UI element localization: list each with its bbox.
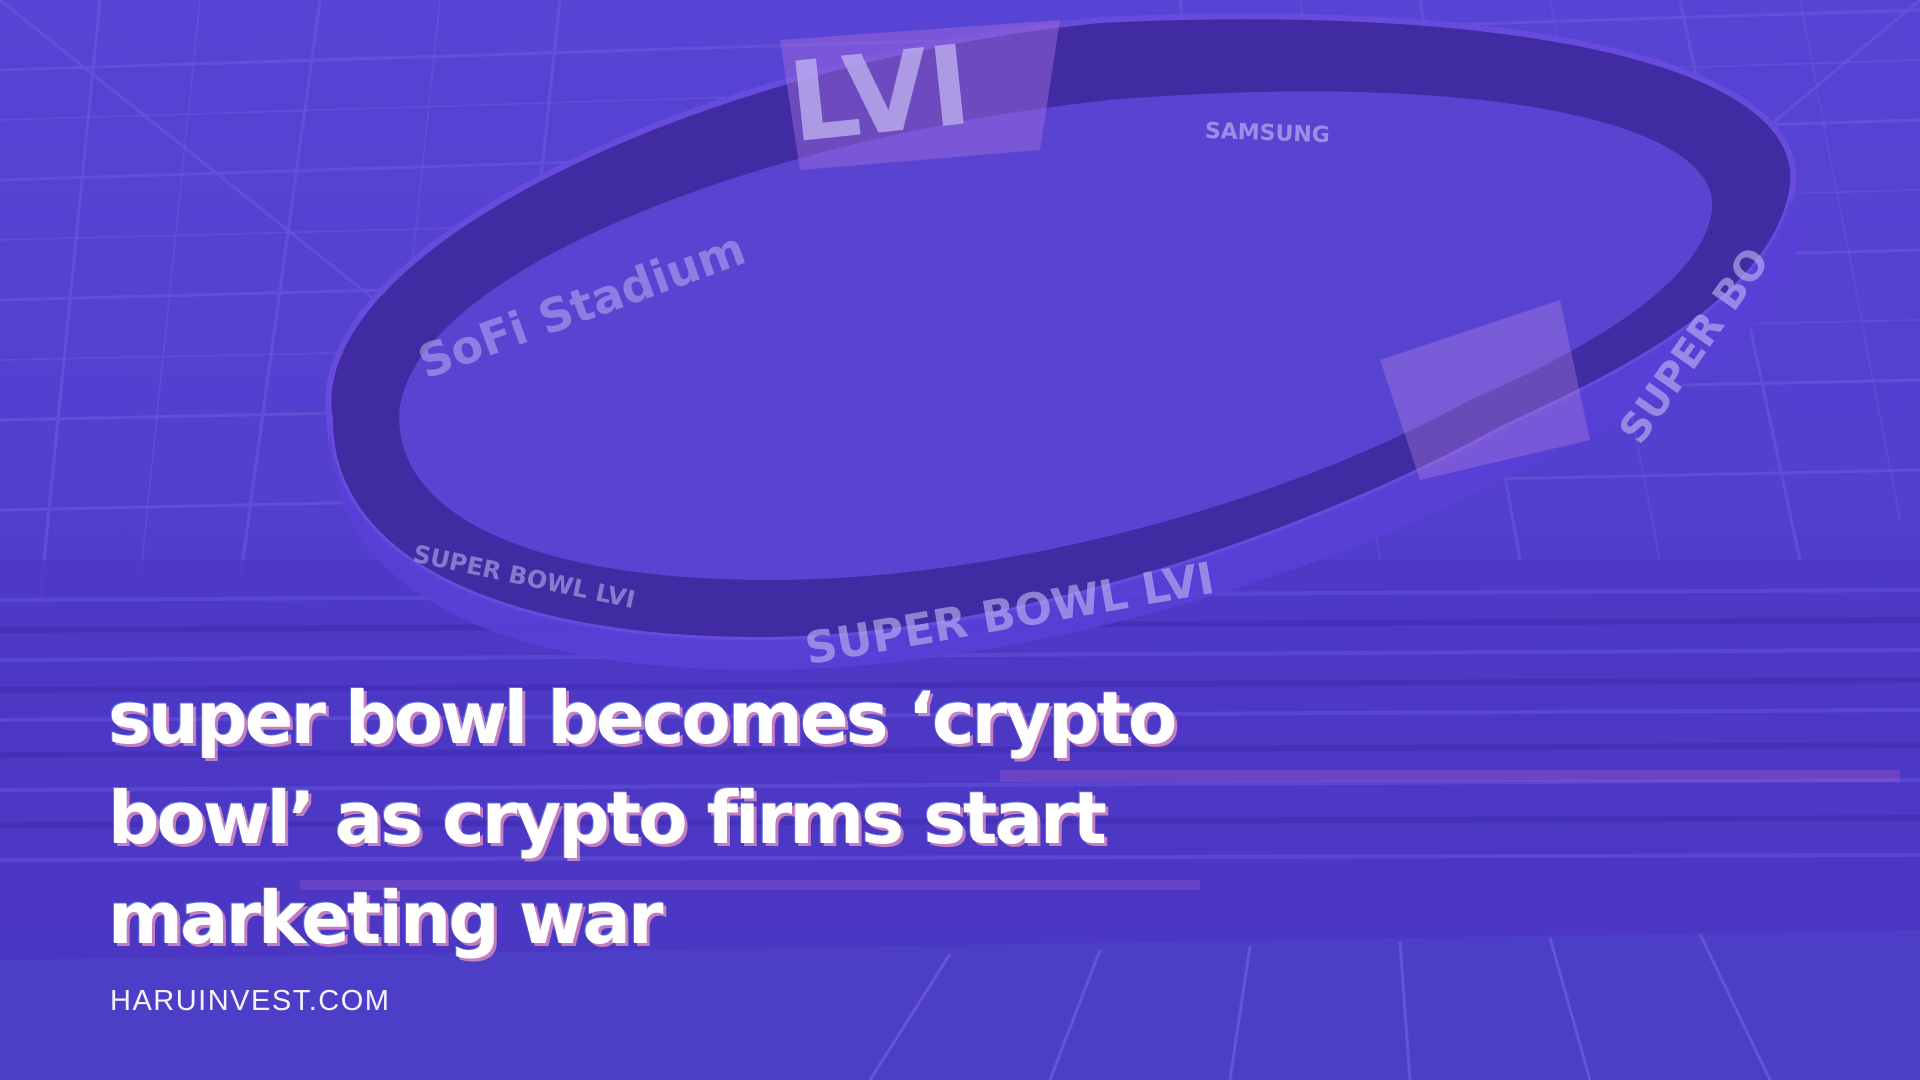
- article-cover: LVI SAMSUNG SoFi Stadium SUPER BOWL LVI …: [0, 0, 1920, 1080]
- article-headline: super bowl becomes ‘crypto bowl’ as cryp…: [108, 676, 1178, 960]
- source-domain: HARUINVEST.COM: [110, 985, 391, 1017]
